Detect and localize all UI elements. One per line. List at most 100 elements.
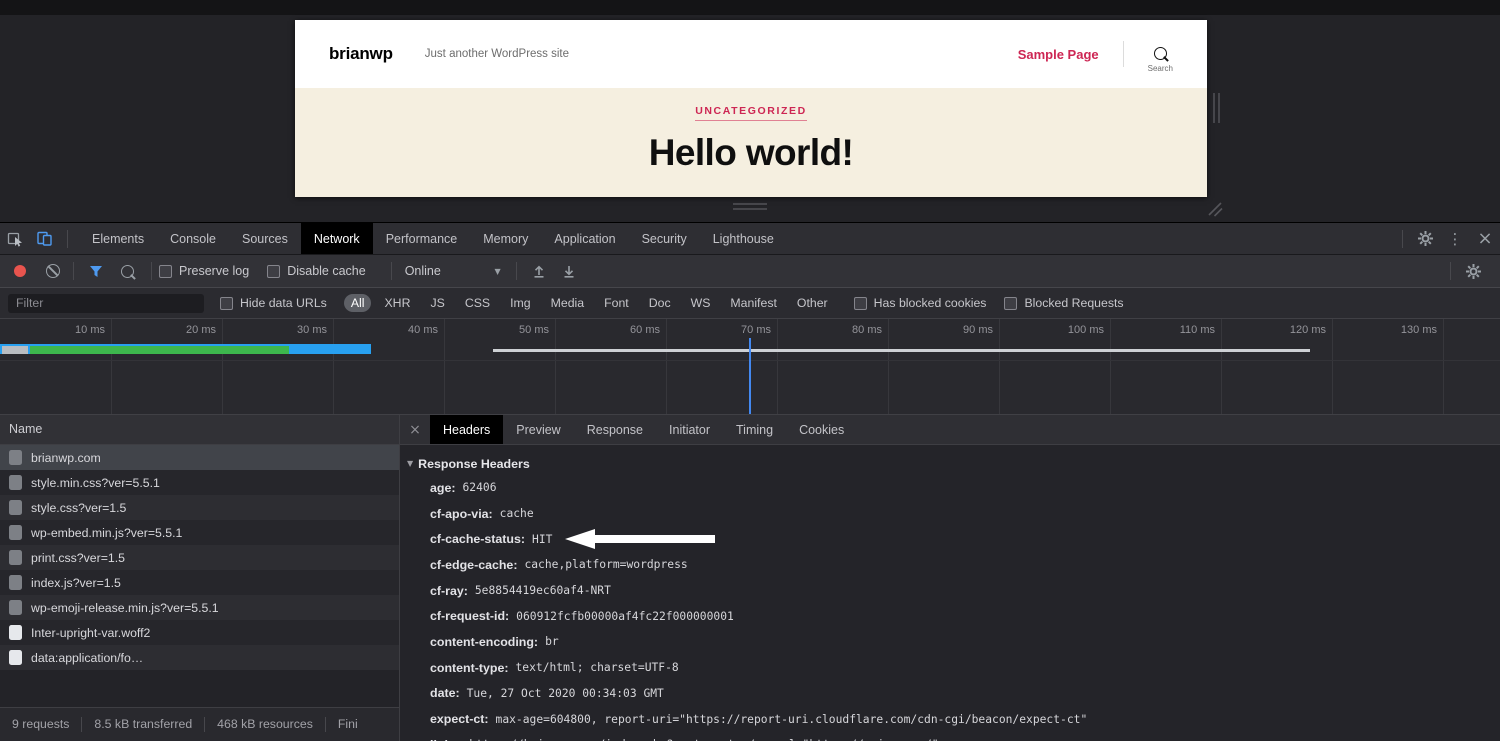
preserve-log-label: Preserve log [179, 264, 249, 278]
header-value: text/html; charset=UTF-8 [515, 661, 678, 674]
filter-type-media[interactable]: Media [544, 294, 592, 312]
filter-input[interactable] [8, 294, 204, 313]
network-settings-gear-icon[interactable] [1458, 264, 1488, 279]
table-row[interactable]: wp-emoji-release.min.js?ver=5.5.1 [0, 595, 399, 620]
devtools-tabs: ElementsConsoleSourcesNetworkPerformance… [79, 223, 787, 254]
device-toolbar-icon[interactable] [30, 223, 60, 254]
tabbar-divider-right [1402, 230, 1403, 248]
filter-type-manifest[interactable]: Manifest [723, 294, 783, 312]
toolbar-divider-3 [391, 262, 392, 280]
timeline-tick-label: 40 ms [364, 324, 438, 336]
details-tab-headers[interactable]: Headers [430, 415, 503, 444]
disable-cache-label: Disable cache [287, 264, 366, 278]
table-row[interactable]: style.css?ver=1.5 [0, 495, 399, 520]
disable-cache-checkbox[interactable] [267, 265, 280, 278]
site-title[interactable]: brianwp [329, 44, 393, 64]
close-devtools-icon[interactable]: × [1470, 223, 1500, 254]
search-label: Search [1148, 64, 1173, 73]
header-name: cf-edge-cache: [430, 558, 517, 572]
device-resize-handle-bottom[interactable] [733, 203, 767, 210]
search-network-icon[interactable] [121, 265, 134, 278]
tab-performance[interactable]: Performance [373, 223, 471, 254]
details-tab-timing[interactable]: Timing [723, 415, 786, 444]
font-file-icon [9, 625, 22, 640]
hide-data-urls-checkbox[interactable] [220, 297, 233, 310]
preserve-log-checkbox[interactable] [159, 265, 172, 278]
table-row[interactable]: index.js?ver=1.5 [0, 570, 399, 595]
event-marker-line [749, 338, 751, 414]
timeline-tick-label: 70 ms [697, 324, 771, 336]
details-tab-initiator[interactable]: Initiator [656, 415, 723, 444]
table-row[interactable]: Inter-upright-var.woff2 [0, 620, 399, 645]
tab-sources[interactable]: Sources [229, 223, 301, 254]
import-har-icon[interactable] [524, 264, 554, 278]
tab-console[interactable]: Console [157, 223, 229, 254]
details-tab-response[interactable]: Response [574, 415, 656, 444]
toolbar-divider-1 [73, 262, 74, 280]
details-tab-cookies[interactable]: Cookies [786, 415, 857, 444]
tab-lighthouse[interactable]: Lighthouse [700, 223, 787, 254]
header-value: HIT [532, 533, 552, 546]
table-row[interactable]: wp-embed.min.js?ver=5.5.1 [0, 520, 399, 545]
request-details-pane: × HeadersPreviewResponseInitiatorTimingC… [400, 415, 1500, 741]
response-headers-section-toggle[interactable]: ▼ Response Headers [400, 452, 1500, 475]
throttling-dropdown[interactable]: Online ▼ [399, 262, 507, 280]
header-value: 5e8854419ec60af4-NRT [475, 584, 611, 597]
hide-data-urls-label: Hide data URLs [240, 296, 327, 310]
response-header-row: content-type:text/html; charset=UTF-8 [400, 655, 1500, 681]
timeline-tick-label: 90 ms [919, 324, 993, 336]
network-toolbar: Preserve log Disable cache Online ▼ [0, 255, 1500, 288]
details-tab-preview[interactable]: Preview [503, 415, 573, 444]
filter-funnel-icon[interactable] [81, 265, 111, 278]
export-har-icon[interactable] [554, 264, 584, 278]
filter-type-ws[interactable]: WS [684, 294, 718, 312]
inspect-element-icon[interactable] [0, 223, 30, 254]
post-category-link[interactable]: UNCATEGORIZED [695, 105, 807, 121]
response-header-row: cf-edge-cache:cache,platform=wordpress [400, 552, 1500, 578]
filter-type-css[interactable]: CSS [458, 294, 497, 312]
tab-network[interactable]: Network [301, 223, 373, 254]
table-row[interactable]: data:application/fo… [0, 645, 399, 670]
record-network-log-icon[interactable] [14, 265, 26, 277]
filter-type-all[interactable]: All [344, 294, 372, 312]
site-search-button[interactable]: Search [1148, 47, 1173, 73]
nav-sample-page-link[interactable]: Sample Page [1018, 47, 1099, 62]
disclosure-triangle-icon: ▼ [407, 459, 413, 468]
filter-type-xhr[interactable]: XHR [377, 294, 417, 312]
has-blocked-cookies-checkbox[interactable] [854, 297, 867, 310]
table-row[interactable]: print.css?ver=1.5 [0, 545, 399, 570]
timeline-gridline [1443, 319, 1444, 414]
blocked-requests-checkbox[interactable] [1004, 297, 1017, 310]
name-column-header[interactable]: Name [0, 415, 399, 445]
table-row[interactable]: style.min.css?ver=5.5.1 [0, 470, 399, 495]
tab-application[interactable]: Application [541, 223, 628, 254]
timeline-tick-label: 110 ms [1141, 324, 1215, 336]
status-item: 468 kB resources [204, 717, 325, 732]
timeline-tick-label: 50 ms [475, 324, 549, 336]
close-details-icon[interactable]: × [400, 415, 430, 444]
filter-type-js[interactable]: JS [423, 294, 451, 312]
headers-panel: ▼ Response Headers age:62406cf-apo-via:c… [400, 445, 1500, 741]
clear-network-log-icon[interactable] [46, 264, 60, 278]
timeline-tick-label: 100 ms [1030, 324, 1104, 336]
filter-type-font[interactable]: Font [597, 294, 636, 312]
device-resize-handle-right[interactable] [1213, 93, 1220, 123]
filter-type-img[interactable]: Img [503, 294, 538, 312]
network-main-split: Name brianwp.comstyle.min.css?ver=5.5.1s… [0, 415, 1500, 741]
network-overview-timeline[interactable]: 10 ms20 ms30 ms40 ms50 ms60 ms70 ms80 ms… [0, 319, 1500, 415]
document-file-icon [9, 450, 22, 465]
tab-security[interactable]: Security [629, 223, 700, 254]
toolbar-divider-2 [151, 262, 152, 280]
tab-memory[interactable]: Memory [470, 223, 541, 254]
tab-elements[interactable]: Elements [79, 223, 157, 254]
document-file-icon [9, 575, 22, 590]
settings-gear-icon[interactable] [1410, 223, 1440, 254]
filter-type-doc[interactable]: Doc [642, 294, 678, 312]
device-resize-handle-corner[interactable] [1204, 198, 1224, 218]
filter-type-other[interactable]: Other [790, 294, 835, 312]
header-value: 060912fcfb00000af4fc22f000000001 [516, 610, 734, 623]
document-file-icon [9, 500, 22, 515]
table-row[interactable]: brianwp.com [0, 445, 399, 470]
kebab-menu-icon[interactable]: ⋮ [1440, 223, 1470, 254]
response-header-row: age:62406 [400, 475, 1500, 501]
